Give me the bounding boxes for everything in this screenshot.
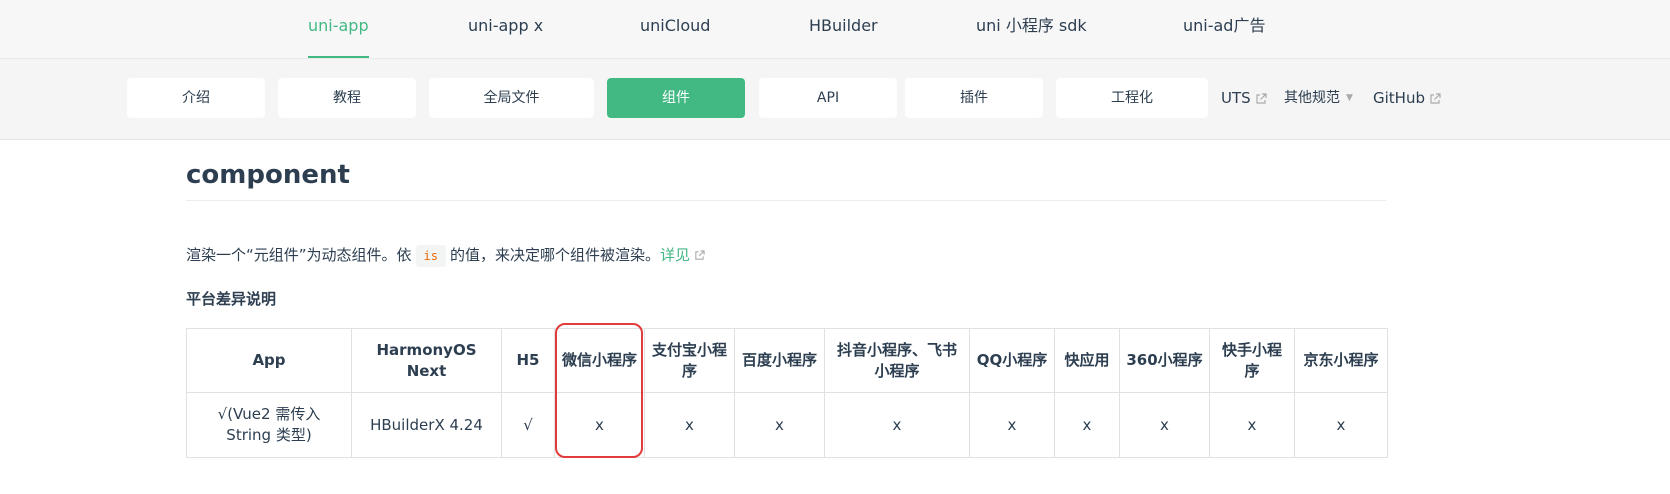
subnav-tutorial[interactable]: 教程 [278,78,416,118]
caret-down-icon: ▼ [1346,93,1353,103]
topnav-unicloud[interactable]: uniCloud [640,0,710,58]
cell-kuaishou-miniprogram: x [1209,392,1295,458]
platform-difference-table: App HarmonyOS Next H5 微信小程序 支付宝小程序 百度小程序… [186,328,1388,458]
github-label: GitHub [1373,89,1425,107]
table-row: √(Vue2 需传入 String 类型) HBuilderX 4.24 √ x… [186,392,1388,458]
cell-quickapp: x [1054,392,1120,458]
subnav-intro[interactable]: 介绍 [127,78,265,118]
details-link[interactable]: 详见 [660,246,705,264]
top-navigation: uni-app uni-app x uniCloud HBuilder uni … [0,0,1670,59]
header-h5: H5 [501,328,555,393]
details-link-label: 详见 [660,246,691,264]
section-heading-platform-differences: 平台差异说明 [186,290,277,308]
cell-h5: √ [501,392,555,458]
topnav-uni-ad[interactable]: uni-ad广告 [1183,0,1265,58]
main-content: component 渲染一个“元组件”为动态组件。依 is 的值，来决定哪个组件被渲… [186,160,1386,308]
cell-alipay-miniprogram: x [644,392,735,458]
topnav-uni-app[interactable]: uni-app [308,0,369,58]
header-jd-miniprogram: 京东小程序 [1294,328,1388,393]
subnav-components[interactable]: 组件 [607,78,745,118]
cell-360-miniprogram: x [1119,392,1210,458]
cell-qq-miniprogram: x [969,392,1055,458]
header-kuaishou-miniprogram: 快手小程序 [1209,328,1295,393]
subnav-engineering[interactable]: 工程化 [1056,78,1208,118]
header-alipay-miniprogram: 支付宝小程序 [644,328,735,393]
subnav-other-specs-dropdown[interactable]: 其他规范 ▼ [1284,78,1353,118]
subnav-global-files[interactable]: 全局文件 [429,78,594,118]
description-text-before: 渲染一个“元组件”为动态组件。依 [186,246,412,264]
description: 渲染一个“元组件”为动态组件。依 is 的值，来决定哪个组件被渲染。详见 [186,244,705,267]
header-harmonyos-next: HarmonyOS Next [351,328,502,393]
subnav-api[interactable]: API [759,78,897,118]
cell-app: √(Vue2 需传入 String 类型) [186,392,352,458]
sub-navigation: 介绍 教程 全局文件 组件 API 插件 工程化 UTS 其他规范 ▼ GitHu… [0,59,1670,140]
cell-baidu-miniprogram: x [734,392,825,458]
subnav-github-link[interactable]: GitHub [1373,78,1441,118]
header-app: App [186,328,352,393]
subnav-uts-link[interactable]: UTS [1221,78,1267,118]
header-qq-miniprogram: QQ小程序 [969,328,1055,393]
cell-harmonyos-next: HBuilderX 4.24 [351,392,502,458]
topnav-uni-miniprogram-sdk[interactable]: uni 小程序 sdk [976,0,1087,58]
external-link-icon [1256,92,1267,104]
header-wechat-miniprogram: 微信小程序 [554,328,645,393]
uts-label: UTS [1221,89,1251,107]
header-360-miniprogram: 360小程序 [1119,328,1210,393]
header-douyin-feishu-miniprogram: 抖音小程序、飞书小程序 [824,328,970,393]
external-link-icon [1430,92,1441,104]
topnav-hbuilder[interactable]: HBuilder [809,0,878,58]
inline-code-is: is [415,245,446,267]
cell-wechat-miniprogram: x [554,392,645,458]
external-link-icon [695,250,705,260]
cell-douyin-feishu-miniprogram: x [824,392,970,458]
topnav-uni-app-x[interactable]: uni-app x [468,0,543,58]
cell-jd-miniprogram: x [1294,392,1388,458]
subnav-plugins[interactable]: 插件 [905,78,1043,118]
other-specs-label: 其他规范 [1284,90,1340,106]
description-text-after: 的值，来决定哪个组件被渲染。 [450,246,661,264]
table-header-row: App HarmonyOS Next H5 微信小程序 支付宝小程序 百度小程序… [186,328,1388,393]
header-quickapp: 快应用 [1054,328,1120,393]
header-baidu-miniprogram: 百度小程序 [734,328,825,393]
page-title: component [186,160,1386,201]
